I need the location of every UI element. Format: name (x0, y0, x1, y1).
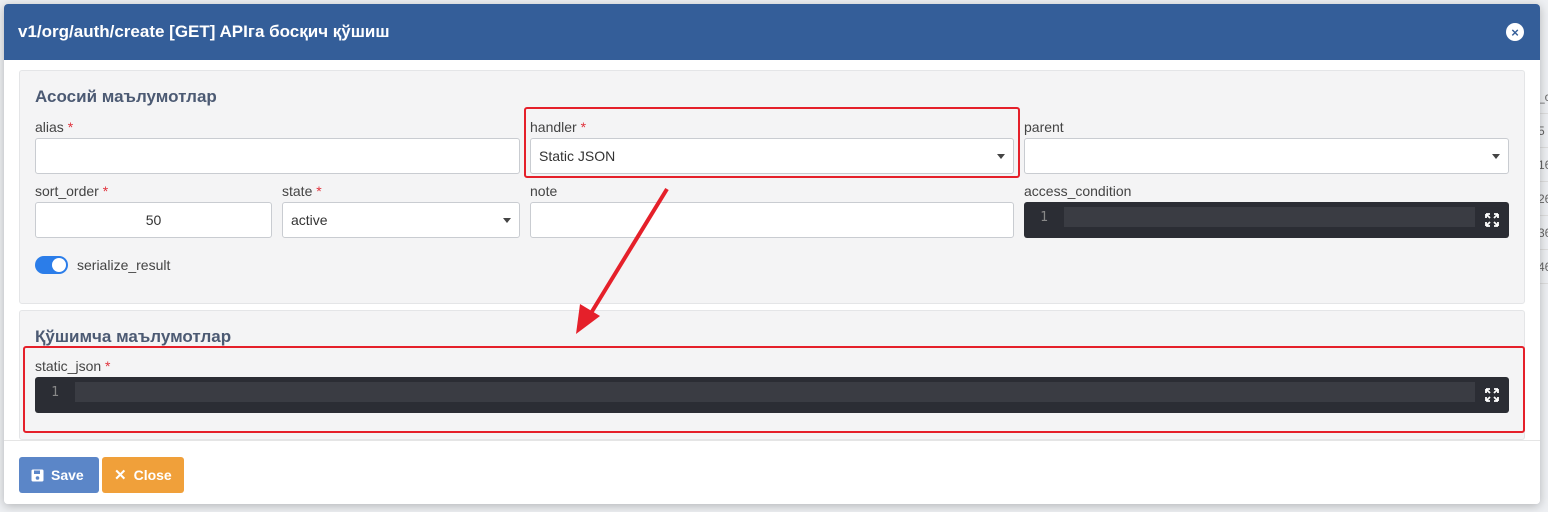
parent-label: parent (1024, 119, 1064, 135)
required-marker: * (67, 119, 74, 135)
floppy-disk-icon (31, 469, 44, 481)
state-select[interactable]: active (282, 202, 520, 238)
static-json-highlight-box (23, 346, 1525, 433)
note-input[interactable] (530, 202, 1014, 238)
serialize-result-label: serialize_result (77, 257, 171, 273)
chevron-down-icon (1492, 154, 1500, 159)
note-label: note (530, 183, 558, 199)
sort-order-input[interactable]: 50 (35, 202, 272, 238)
expand-icon-svg (1485, 213, 1499, 227)
code-line[interactable] (1064, 207, 1475, 227)
required-marker: * (102, 183, 109, 199)
section-title-extra: Қўшимча маълумотлар (35, 327, 232, 346)
modal-footer: Save ✕ Close (4, 440, 1540, 504)
serialize-result-toggle[interactable] (35, 256, 68, 274)
chevron-down-icon (503, 218, 511, 223)
modal-header: v1/org/auth/create [GET] APIга босқич қў… (4, 4, 1540, 60)
alias-input[interactable] (35, 138, 520, 174)
main-info-panel: Асосий маълумотлар alias * handler * par… (19, 70, 1525, 304)
sort-order-label: sort_order * (35, 183, 108, 199)
expand-icon[interactable] (1475, 202, 1509, 238)
modal-title: v1/org/auth/create [GET] APIга босқич қў… (18, 22, 390, 41)
close-button-label: Close (133, 467, 172, 483)
state-select-value: active (291, 212, 328, 228)
line-number: 1 (1040, 210, 1048, 225)
state-label: state * (282, 183, 322, 199)
access-condition-editor[interactable]: 1 (1024, 202, 1509, 238)
alias-label: alias * (35, 119, 73, 135)
close-icon[interactable]: × (1506, 23, 1524, 41)
access-condition-label: access_condition (1024, 183, 1132, 199)
alias-label-text: alias (35, 119, 64, 135)
parent-select[interactable] (1024, 138, 1509, 174)
state-label-text: state (282, 183, 313, 199)
times-icon: ✕ (114, 467, 127, 484)
required-marker: * (316, 183, 322, 199)
save-button[interactable]: Save (19, 457, 99, 493)
section-title-main: Асосий маълумотлар (35, 87, 217, 106)
handler-highlight-box (524, 107, 1020, 178)
close-button[interactable]: ✕ Close (102, 457, 184, 493)
save-button-label: Save (51, 467, 84, 483)
sort-order-label-text: sort_order (35, 183, 99, 199)
